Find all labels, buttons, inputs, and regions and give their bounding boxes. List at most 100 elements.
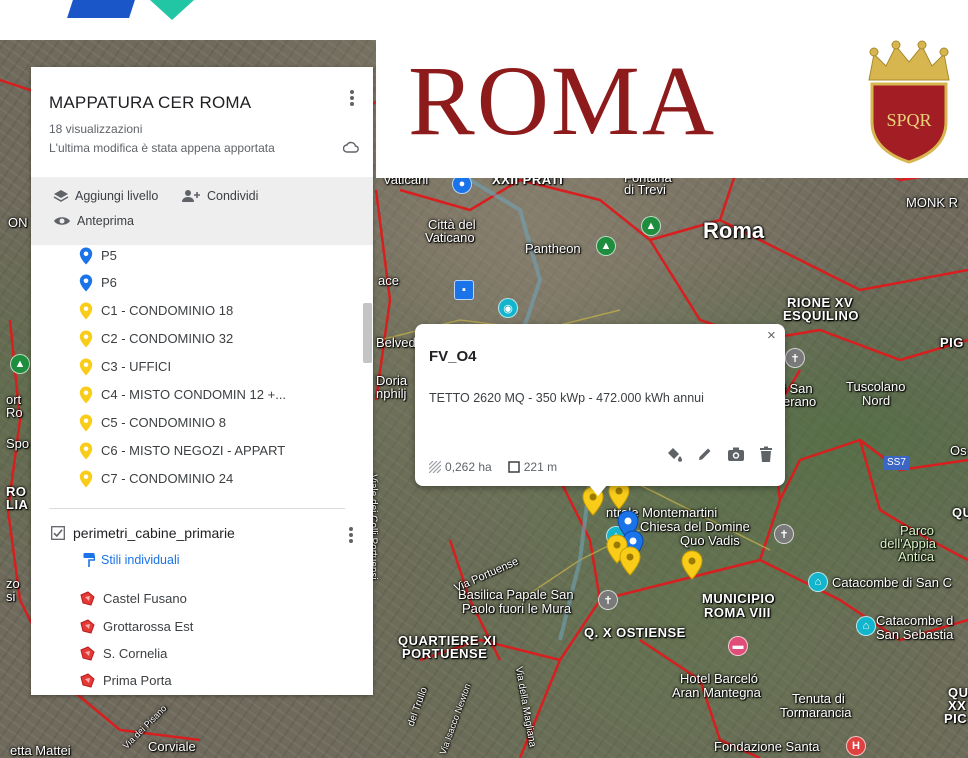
label-catacombe-d: Catacombe d bbox=[876, 613, 954, 628]
fill-bucket-icon[interactable] bbox=[665, 445, 683, 463]
popup-toolbar bbox=[665, 445, 773, 463]
add-layer-label: Aggiungi livello bbox=[75, 189, 159, 203]
label-qu: QU bbox=[952, 505, 968, 520]
list-item-label: C2 - CONDOMINIO 32 bbox=[101, 331, 234, 346]
label-pi: PIC bbox=[944, 711, 968, 726]
label-chiesa: Chiesa del Domine bbox=[640, 519, 750, 534]
list-item[interactable]: Prima Porta bbox=[79, 667, 172, 694]
label-corviale: Corviale bbox=[148, 739, 196, 754]
boundary-line bbox=[374, 189, 392, 401]
label-catacombe-san-c: Catacombe di San C bbox=[832, 575, 952, 590]
polygon-icon bbox=[80, 590, 95, 606]
tree-icon[interactable]: ▲ bbox=[641, 216, 661, 236]
style-link[interactable]: Stili individuali bbox=[83, 552, 180, 568]
transit-icon[interactable]: ▪ bbox=[454, 280, 474, 300]
list-item[interactable]: C6 - MISTO NEGOZI - APPART bbox=[79, 437, 285, 464]
list-item[interactable]: Castel Fusano bbox=[79, 585, 187, 612]
panel-scrollbar-thumb[interactable] bbox=[363, 303, 372, 363]
label-quo-vadis: Quo Vadis bbox=[680, 533, 740, 548]
tree-icon[interactable]: ▲ bbox=[10, 354, 30, 374]
preview-button[interactable]: Anteprima bbox=[53, 214, 134, 228]
label-si: si bbox=[6, 589, 16, 604]
yellow-pin-icon bbox=[79, 386, 93, 403]
label-ro: Ro bbox=[6, 405, 23, 420]
eye-icon bbox=[54, 217, 70, 225]
list-item[interactable]: C5 - CONDOMINIO 8 bbox=[79, 409, 226, 436]
label-antica: Antica bbox=[898, 549, 935, 564]
perimeter-value: 221 m bbox=[523, 460, 558, 474]
add-layer-button[interactable]: Aggiungi livello bbox=[53, 189, 158, 203]
list-item[interactable]: Grottarossa Est bbox=[79, 613, 193, 640]
list-item-label: C5 - CONDOMINIO 8 bbox=[101, 415, 226, 430]
church-icon[interactable]: ✝ bbox=[774, 524, 794, 544]
label-roma: Roma bbox=[703, 218, 765, 243]
label-tenuta: Tenuta di bbox=[792, 691, 845, 706]
crest-text: SPQR bbox=[886, 110, 931, 130]
views-count: 18 visualizzazioni bbox=[49, 122, 143, 136]
list-item-label: S. Cornelia bbox=[103, 646, 168, 661]
label-di-trevi: di Trevi bbox=[624, 182, 666, 197]
label-erano: erano bbox=[783, 394, 817, 409]
list-item-label: C1 - CONDOMINIO 18 bbox=[101, 303, 234, 318]
layer-header[interactable]: perimetri_cabine_primarie bbox=[51, 525, 235, 541]
label-q-x-ostiense: Q. X OSTIENSE bbox=[584, 625, 686, 640]
label-pig: PIG bbox=[940, 335, 964, 350]
label-portuense: PORTUENSE bbox=[402, 646, 488, 661]
map-layers-panel: MAPPATURA CER ROMA 18 visualizzazioni L'… bbox=[31, 67, 373, 695]
polygon-icon bbox=[80, 672, 95, 688]
list-item[interactable]: P5 bbox=[79, 242, 117, 269]
hotel-icon[interactable]: ▬ bbox=[728, 636, 748, 656]
list-item-label: Castel Fusano bbox=[103, 591, 187, 606]
preview-label: Anteprima bbox=[77, 214, 134, 228]
list-item[interactable]: C1 - CONDOMINIO 18 bbox=[79, 297, 233, 324]
marker-yellow[interactable] bbox=[681, 550, 703, 580]
map-title[interactable]: MAPPATURA CER ROMA bbox=[49, 93, 251, 113]
logo-shape-blue bbox=[67, 0, 135, 18]
paint-roller-icon bbox=[83, 553, 95, 567]
list-item[interactable]: S. Cornelia bbox=[79, 640, 167, 667]
trash-icon[interactable] bbox=[759, 446, 773, 463]
list-item[interactable]: C3 - UFFICI bbox=[79, 353, 171, 380]
list-item-label: C7 - CONDOMINIO 24 bbox=[101, 471, 234, 486]
label-nord: Nord bbox=[862, 393, 891, 408]
polygon-icon bbox=[80, 645, 95, 661]
church-icon[interactable]: ✝ bbox=[598, 590, 618, 610]
list-item-label: Prima Porta bbox=[103, 673, 172, 688]
list-item-label: Grottarossa Est bbox=[103, 619, 194, 634]
label-spo: Spo bbox=[6, 436, 30, 451]
camera-icon[interactable]: ◉ bbox=[498, 298, 518, 318]
label-municipio: MUNICIPIO bbox=[702, 591, 776, 606]
area-value: 0,262 ha bbox=[445, 460, 492, 474]
layer-options-menu-icon[interactable] bbox=[343, 525, 359, 545]
panel-toolbar: Aggiungi livello Condividi Anteprima bbox=[31, 177, 373, 245]
hospital-icon[interactable]: H bbox=[846, 736, 866, 756]
label-tuscolano: Tuscolano bbox=[846, 379, 906, 394]
edit-pencil-icon[interactable] bbox=[697, 446, 713, 462]
checkbox-checked-icon[interactable] bbox=[51, 526, 65, 540]
list-item[interactable]: C2 - CONDOMINIO 32 bbox=[79, 325, 233, 352]
feature-info-popup: × FV_O4 TETTO 2620 MQ - 350 kWp - 472.00… bbox=[415, 324, 785, 496]
close-icon[interactable]: × bbox=[767, 327, 776, 344]
perimeter-square-icon bbox=[507, 461, 520, 473]
label-aran: Aran Mantegna bbox=[672, 685, 761, 700]
yellow-pin-icon bbox=[79, 358, 93, 375]
marker-yellow[interactable] bbox=[619, 546, 641, 576]
list-item[interactable]: P6 bbox=[79, 269, 117, 296]
add-person-icon bbox=[182, 190, 200, 202]
church-icon[interactable]: ✝ bbox=[785, 348, 805, 368]
layers-icon bbox=[53, 190, 69, 202]
museum-icon[interactable]: ⌂ bbox=[808, 572, 828, 592]
label-roma-viii: ROMA VIII bbox=[704, 605, 771, 620]
style-link-label: Stili individuali bbox=[101, 553, 180, 567]
layer-divider bbox=[49, 508, 345, 509]
list-item-label: C3 - UFFICI bbox=[101, 359, 172, 374]
share-button[interactable]: Condividi bbox=[181, 189, 258, 203]
label-esquilino: ESQUILINO bbox=[783, 308, 860, 323]
list-item[interactable]: C7 - CONDOMINIO 24 bbox=[79, 465, 233, 492]
camera-icon[interactable] bbox=[727, 446, 745, 462]
list-item[interactable]: C4 - MISTO CONDOMIN 12 +... bbox=[79, 381, 286, 408]
tree-icon[interactable]: ▲ bbox=[596, 236, 616, 256]
map-options-menu-icon[interactable] bbox=[344, 88, 360, 108]
museum-icon[interactable]: ⌂ bbox=[856, 616, 876, 636]
share-label: Condividi bbox=[207, 189, 259, 203]
